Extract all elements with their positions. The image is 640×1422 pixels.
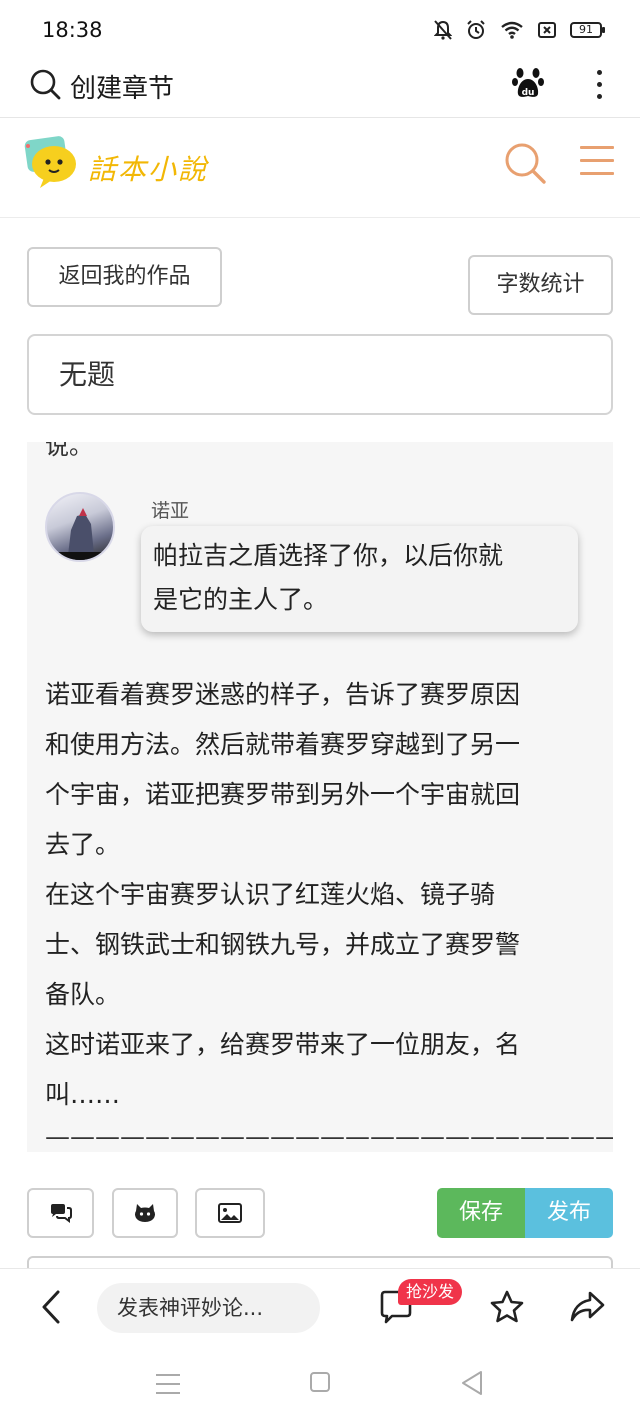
insert-image-button[interactable] — [195, 1188, 265, 1238]
save-button[interactable]: 保存 — [437, 1188, 525, 1238]
body-line: 这时诺亚来了，给赛罗带来了一位朋友，名 — [45, 1030, 521, 1059]
recent-apps-icon[interactable] — [156, 1374, 180, 1401]
body-line: 去了。 — [45, 830, 121, 859]
clipped-text: 说。 — [45, 442, 93, 460]
body-line: 和使用方法。然后就带着赛罗穿越到了另一 — [45, 730, 521, 759]
body-line: 个宇宙，诺亚把赛罗带到另外一个宇宙就回 — [45, 780, 521, 809]
body-line: 备队。 — [45, 980, 121, 1009]
search-query-text[interactable]: 创建章节 — [70, 68, 174, 105]
share-icon[interactable] — [568, 1289, 606, 1325]
logo-chat-bubble-icon[interactable] — [22, 136, 82, 192]
system-nav-bar — [0, 1348, 640, 1422]
status-icons: 91 — [434, 20, 605, 40]
star-icon[interactable] — [488, 1289, 526, 1325]
hamburger-menu-icon[interactable] — [580, 146, 614, 178]
chapter-body-text: 诺亚看着赛罗迷惑的样子，告诉了赛罗原因 和使用方法。然后就带着赛罗穿越到了另一 … — [45, 670, 605, 1120]
svg-text:du: du — [522, 88, 535, 98]
comment-input[interactable]: 发表神评妙论... — [97, 1283, 320, 1333]
divider-line: —————————————————————————— — [45, 1122, 613, 1151]
baidu-paw-icon[interactable]: du — [512, 66, 544, 100]
dialog-line: 帕拉吉之盾选择了你，以后你就 — [153, 541, 504, 570]
search-icon[interactable] — [30, 69, 62, 101]
insert-dialog-button[interactable] — [27, 1188, 94, 1238]
chapter-title-input[interactable]: 无题 — [27, 334, 613, 415]
sim-icon — [538, 22, 556, 38]
site-header: 話本小說 — [0, 118, 640, 218]
back-chevron-icon[interactable] — [38, 1289, 66, 1325]
dialog-line: 是它的主人了。 — [153, 585, 329, 614]
body-line: 叫…… — [45, 1080, 121, 1109]
insert-character-button[interactable] — [112, 1188, 178, 1238]
image-icon — [218, 1203, 242, 1223]
body-line: 士、钢铁武士和钢铁九号，并成立了赛罗警 — [45, 930, 521, 959]
body-line: 在这个宇宙赛罗认识了红莲火焰、镜子骑 — [45, 880, 496, 909]
github-cat-icon — [135, 1204, 155, 1222]
speaker-avatar — [45, 492, 115, 562]
bell-off-icon — [434, 20, 452, 40]
chapter-editor[interactable]: 说。 诺亚 帕拉吉之盾选择了你，以后你就 是它的主人了。 诺亚看着赛罗迷惑的样子… — [27, 442, 613, 1152]
publish-button[interactable]: 发布 — [525, 1188, 613, 1238]
site-search-icon[interactable] — [503, 141, 547, 185]
status-bar: 18:38 91 — [0, 0, 640, 60]
alarm-icon — [467, 20, 485, 39]
more-vertical-icon[interactable] — [588, 66, 610, 100]
speaker-name: 诺亚 — [151, 500, 190, 522]
status-time: 18:38 — [42, 18, 103, 42]
dialog-bubble: 帕拉吉之盾选择了你，以后你就 是它的主人了。 — [141, 526, 578, 632]
battery-icon: 91 — [570, 22, 605, 38]
system-back-icon[interactable] — [460, 1370, 484, 1396]
logo-text[interactable]: 話本小說 — [88, 148, 208, 188]
wifi-icon — [501, 21, 523, 39]
chat-bubbles-icon — [50, 1204, 72, 1223]
sofa-badge[interactable]: 抢沙发 — [398, 1279, 463, 1305]
body-line: 诺亚看着赛罗迷惑的样子，告诉了赛罗原因 — [45, 680, 521, 709]
word-count-button[interactable]: 字数统计 — [468, 255, 613, 315]
browser-bottom-bar: 发表神评妙论... 抢沙发 — [0, 1268, 640, 1348]
browser-search-bar[interactable]: 创建章节 du — [0, 60, 640, 118]
home-icon[interactable] — [310, 1372, 330, 1392]
back-to-my-works-button[interactable]: 返回我的作品 — [27, 247, 222, 307]
